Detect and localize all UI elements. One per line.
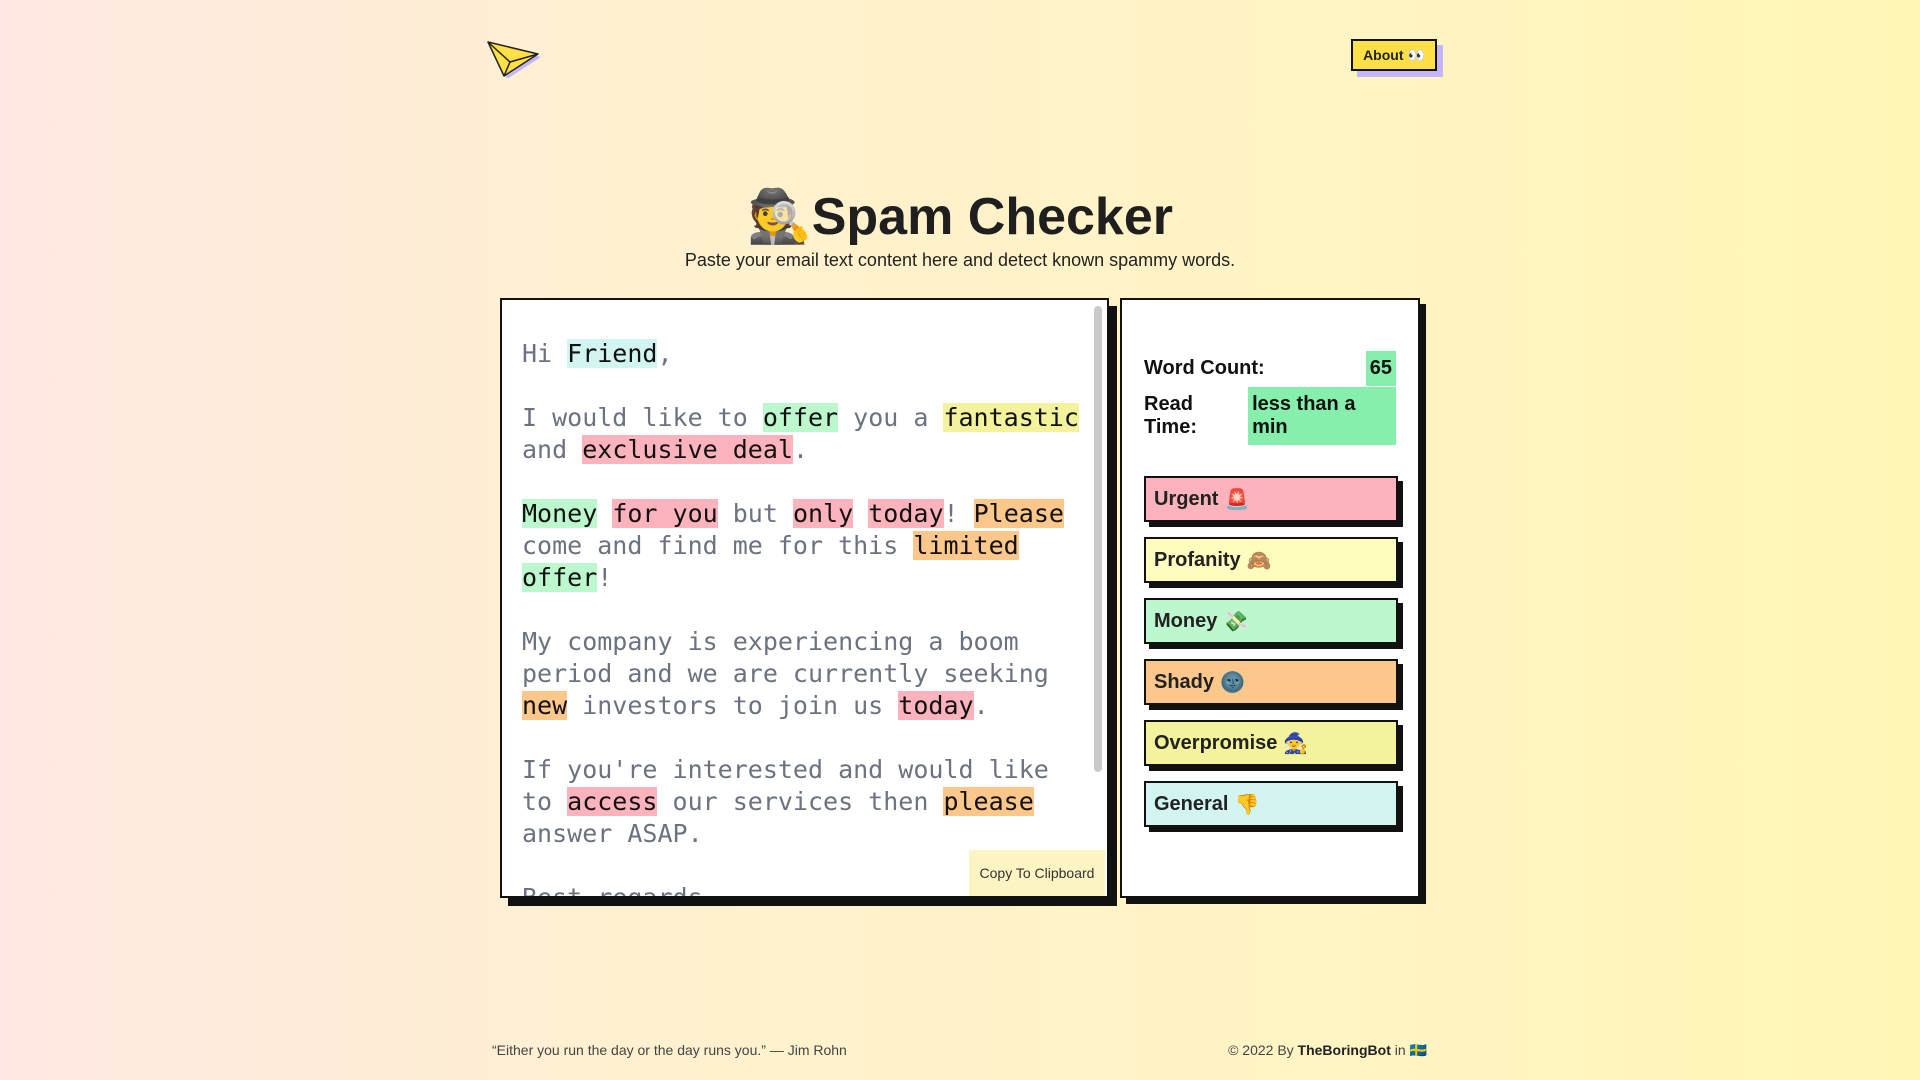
email-paragraph: If you're interested and would like to a…: [522, 754, 1082, 850]
spam-word-highlight: Friend: [567, 339, 658, 368]
spam-word-highlight: new: [522, 691, 568, 720]
category-overpromise[interactable]: Overpromise 🧙: [1144, 720, 1398, 766]
spam-word-highlight: offer: [762, 403, 839, 432]
word-count-value: 65: [1365, 350, 1396, 386]
spam-word-highlight: Money: [522, 499, 598, 528]
email-text-segment: .: [973, 691, 989, 720]
category-urgent[interactable]: Urgent 🚨: [1144, 476, 1398, 522]
email-paragraph: Hi Friend,: [522, 338, 1082, 370]
spam-word-highlight: access: [567, 787, 658, 816]
email-text-segment: [853, 499, 868, 528]
email-text-segment: come and find me for this: [522, 531, 914, 560]
page-title: 🕵️Spam Checker: [0, 186, 1920, 247]
category-emoji-icon: 💸: [1223, 610, 1249, 633]
editor-scrollbar[interactable]: [1094, 306, 1102, 772]
category-label: Profanity: [1154, 548, 1241, 571]
title-text: Spam Checker: [811, 188, 1174, 246]
brand-link[interactable]: TheBoringBot: [1298, 1042, 1391, 1058]
category-money[interactable]: Money 💸: [1144, 598, 1398, 644]
footer-copyright: © 2022 By TheBoringBot in 🇸🇪: [1228, 1042, 1427, 1059]
category-label: General: [1154, 792, 1229, 815]
sweden-flag-icon: 🇸🇪: [1409, 1042, 1427, 1058]
read-time-value: less than a min: [1248, 387, 1396, 445]
spam-word-highlight: for you: [612, 499, 718, 528]
email-text-segment: Best regards: [522, 883, 703, 898]
category-profanity[interactable]: Profanity 🙈: [1144, 537, 1398, 583]
email-text-segment: our services then: [657, 787, 944, 816]
email-text-segment: but: [717, 499, 793, 528]
email-text-segment: I would like to: [522, 403, 763, 432]
copyright-suffix: in: [1390, 1042, 1410, 1058]
spam-word-highlight: today: [868, 499, 944, 528]
category-general[interactable]: General 👎: [1144, 781, 1398, 827]
email-text-segment: .: [792, 435, 808, 464]
email-text-editor[interactable]: Hi Friend, I would like to offer you a fa…: [500, 298, 1109, 898]
spam-word-highlight: fantastic: [943, 403, 1079, 432]
page-subtitle: Paste your email text content here and d…: [684, 250, 1236, 270]
copyright-prefix: © 2022 By: [1228, 1042, 1298, 1058]
category-emoji-icon: 🙈: [1246, 549, 1272, 572]
email-text-segment: Hi: [522, 339, 568, 368]
about-button[interactable]: About 👀: [1351, 39, 1437, 71]
spam-word-highlight: limited: [913, 531, 1019, 560]
spam-word-highlight: only: [792, 499, 854, 528]
category-label: Money: [1154, 609, 1218, 632]
category-emoji-icon: 👎: [1234, 793, 1260, 816]
word-count-row: Word Count: 65: [1144, 350, 1396, 386]
email-text-segment: answer ASAP.: [522, 819, 703, 848]
about-label: About: [1363, 47, 1404, 63]
category-emoji-icon: 🚨: [1224, 488, 1250, 511]
eyes-icon: 👀: [1407, 46, 1425, 63]
stats-panel: Word Count: 65 Read Time: less than a mi…: [1120, 298, 1420, 898]
spam-word-highlight: please: [943, 787, 1034, 816]
category-emoji-icon: 🌚: [1220, 671, 1245, 694]
email-paragraph: My company is experiencing a boom period…: [522, 626, 1082, 722]
category-shady[interactable]: Shady 🌚: [1144, 659, 1398, 705]
footer-quote: “Either you run the day or the day runs …: [492, 1042, 847, 1058]
read-time-row: Read Time: less than a min: [1144, 387, 1396, 445]
email-text-segment: investors to join us: [567, 691, 899, 720]
email-text-segment: ,: [657, 339, 673, 368]
paper-plane-logo-icon[interactable]: [486, 38, 542, 79]
category-label: Shady: [1154, 670, 1215, 693]
category-emoji-icon: 🧙: [1283, 732, 1309, 755]
copy-to-clipboard-button[interactable]: Copy To Clipboard: [969, 850, 1105, 896]
email-paragraph: Money for you but only today! Please com…: [522, 498, 1082, 594]
detective-icon: 🕵️: [746, 188, 812, 246]
spam-word-highlight: exclusive deal: [582, 435, 793, 464]
category-label: Urgent: [1154, 487, 1219, 510]
email-text-segment: you a: [838, 403, 944, 432]
email-paragraph: I would like to offer you a fantastic an…: [522, 402, 1082, 466]
spam-word-highlight: Please: [973, 499, 1064, 528]
category-label: Overpromise: [1154, 731, 1278, 754]
spam-word-highlight: offer: [522, 563, 598, 592]
read-time-label: Read Time:: [1144, 393, 1197, 438]
email-text-segment: My company is experiencing a boom period…: [522, 627, 1049, 688]
email-text-segment: !: [597, 563, 613, 592]
email-text-content[interactable]: Hi Friend, I would like to offer you a fa…: [522, 338, 1082, 898]
email-text-segment: !: [943, 499, 974, 528]
email-text-segment: [597, 499, 612, 528]
email-text-segment: and: [522, 435, 583, 464]
word-count-label: Word Count:: [1144, 356, 1265, 379]
spam-word-highlight: today: [898, 691, 974, 720]
